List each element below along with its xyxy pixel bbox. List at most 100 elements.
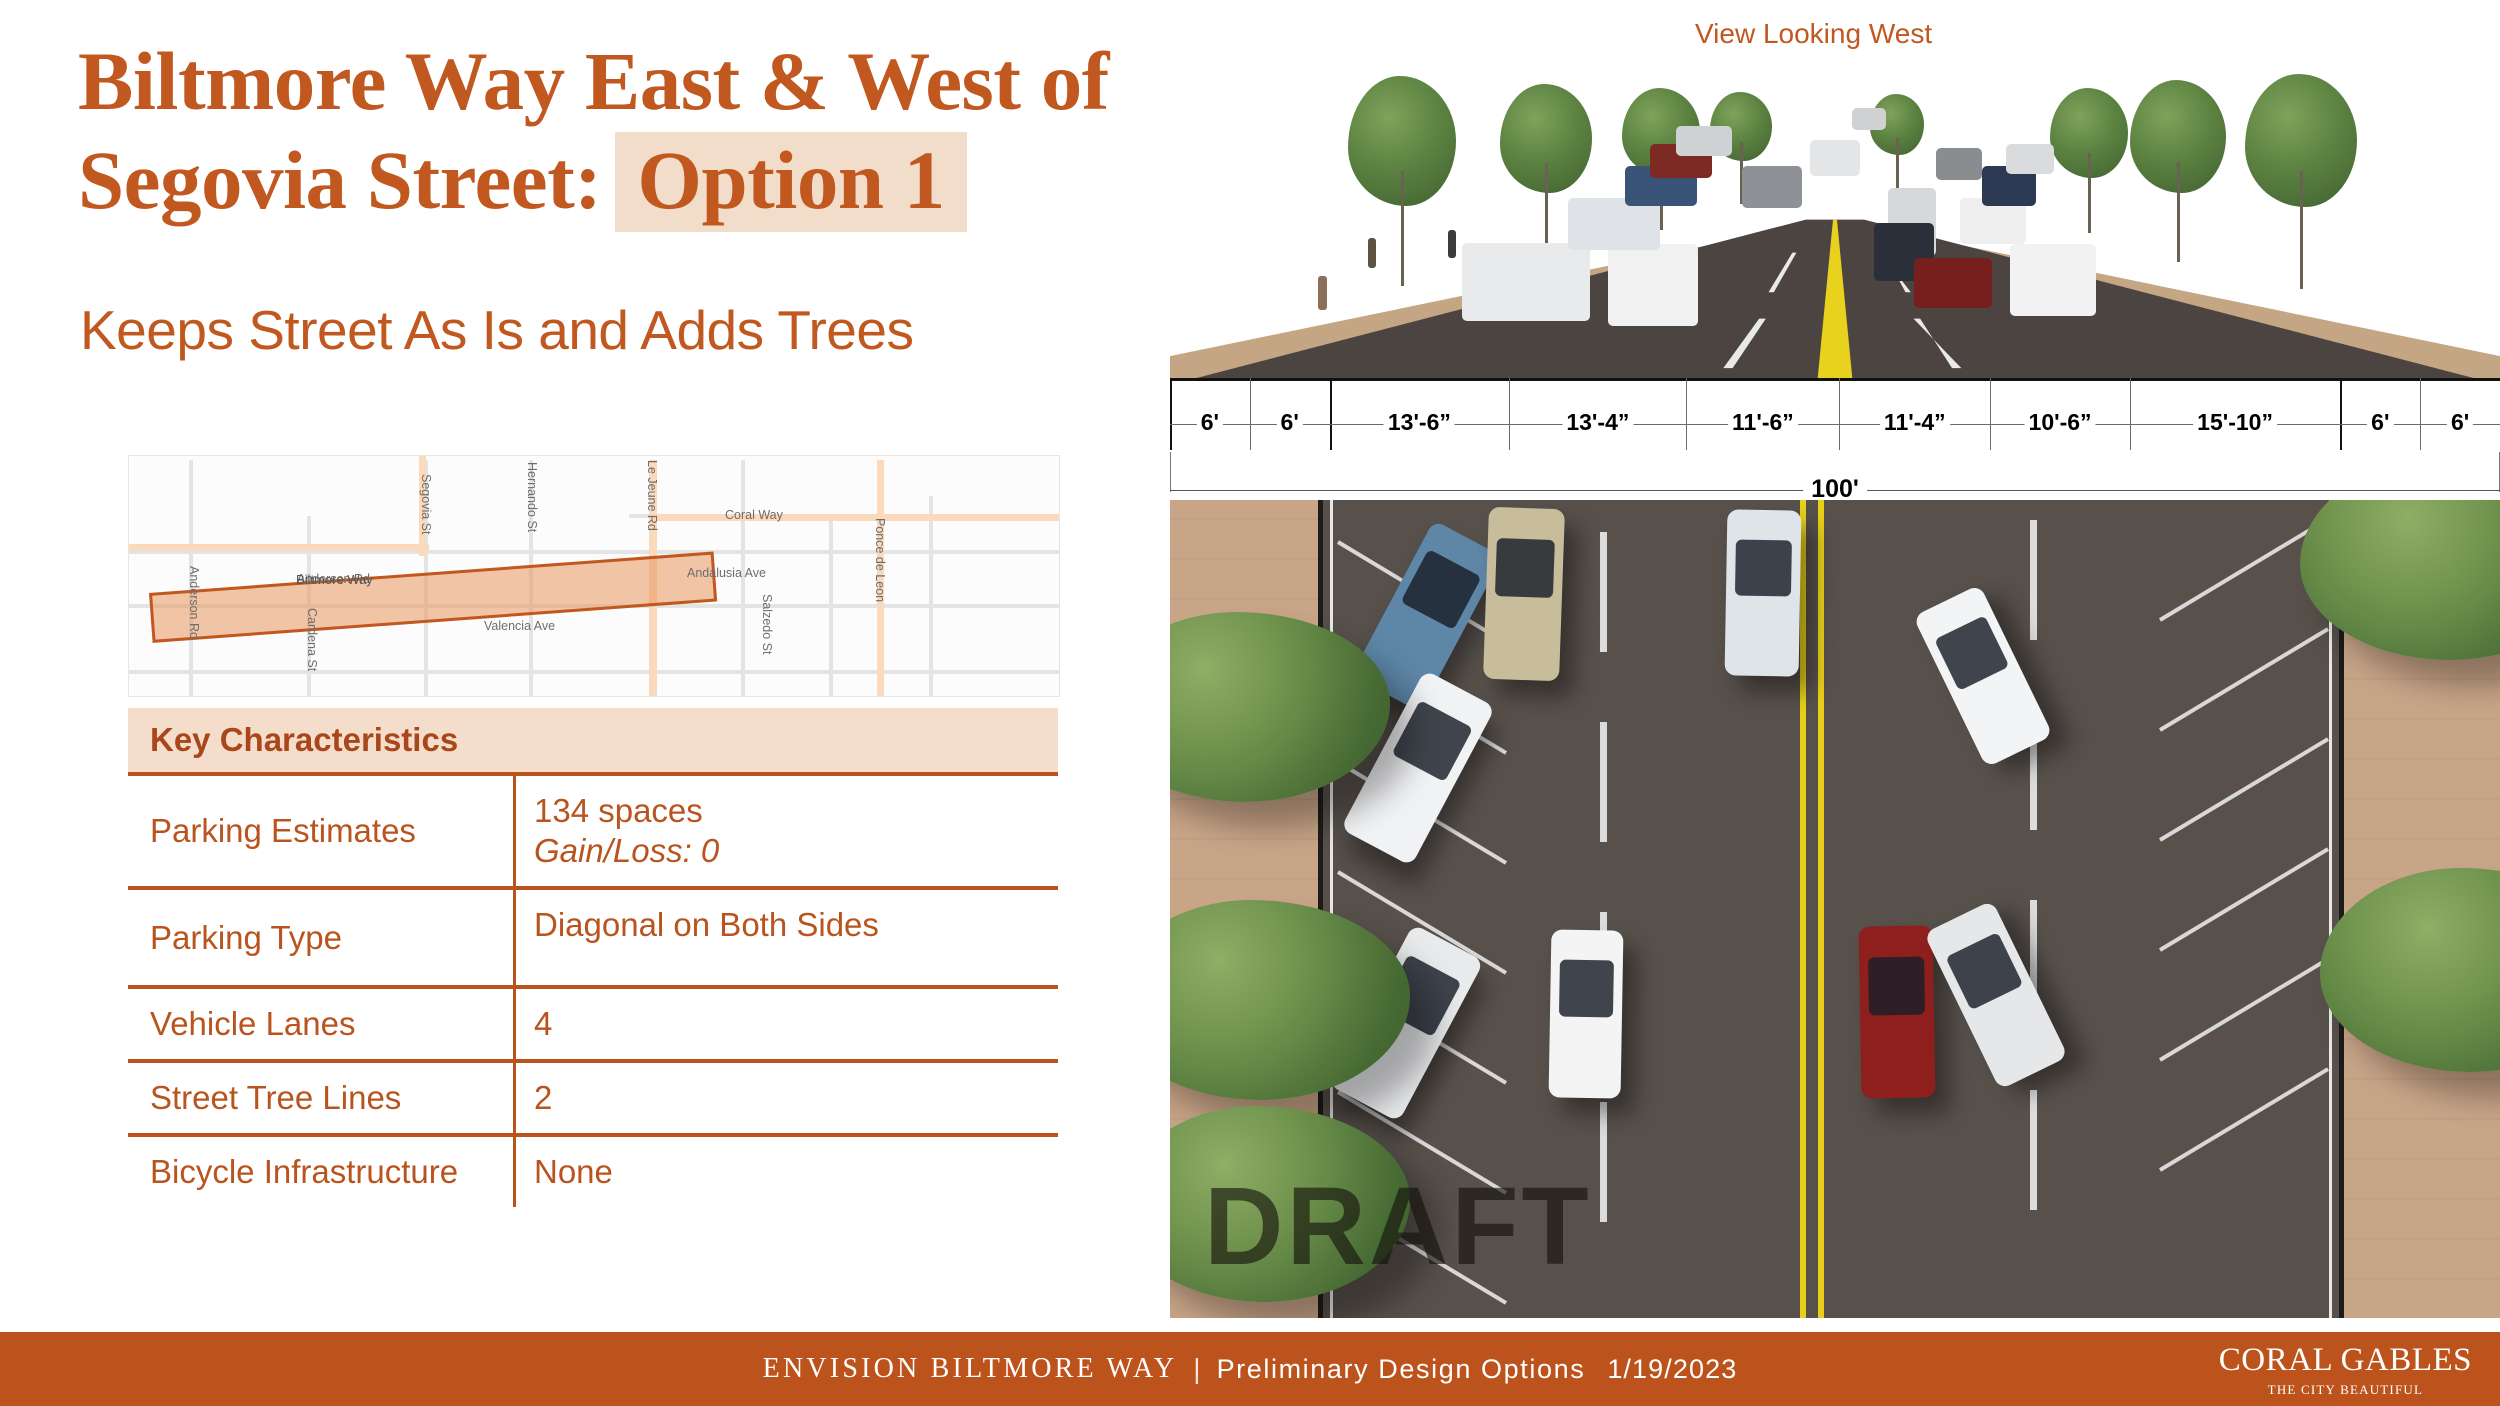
vehicle: [1742, 166, 1802, 208]
dimension-tick: [1509, 378, 1511, 450]
page-title-line-1: Biltmore Way East & West of: [78, 35, 1109, 127]
map-label-segovia-st: Segovia St: [419, 474, 433, 535]
view-direction-label: View Looking West: [1695, 18, 1933, 49]
dimension-label: 11'-6”: [1728, 409, 1798, 436]
pedestrian: [1368, 238, 1376, 268]
map-label-salzedo-st: Salzedo St: [760, 594, 774, 655]
table-header: Key Characteristics: [128, 708, 1058, 776]
row-value: 4: [513, 989, 1058, 1059]
dimension-label: 11'-4”: [1879, 409, 1950, 436]
row-value: 2: [513, 1063, 1058, 1133]
map-corridor-highlight: [149, 551, 718, 643]
page-subtitle: Keeps Street As Is and Adds Trees: [80, 299, 914, 361]
logo-wordmark: CORAL GABLES: [2218, 1342, 2472, 1378]
map-label-ponce-de-leon: Ponce de Leon: [873, 518, 887, 603]
map-road-major: [657, 514, 1059, 521]
title-block: Biltmore Way East & West of Segovia Stre…: [78, 35, 1138, 232]
map-label-andalusia-ave: Andalusia Ave: [687, 566, 766, 580]
dimension-tick: [1249, 378, 1251, 450]
centerline-yellow-outer: [1818, 500, 1824, 1318]
key-characteristics-table: Key Characteristics Parking Estimates 13…: [128, 708, 1058, 1207]
context-map[interactable]: Anderson Rd Anderson Rd Cardena St Segov…: [128, 455, 1060, 697]
vehicle: [2010, 244, 2096, 316]
vehicle: [1676, 126, 1732, 156]
map-label-valencia-ave: Valencia Ave: [484, 619, 556, 633]
table-row: Street Tree Lines 2: [128, 1063, 1058, 1137]
map-label-hernando-st: Hernando St: [525, 462, 539, 533]
row-value: Diagonal on Both Sides: [513, 890, 1058, 985]
perspective-rendering: [1170, 48, 2500, 378]
dimension-tick: [2129, 378, 2131, 450]
lane-dash: [1600, 532, 1607, 652]
map-road: [639, 696, 1059, 697]
option-badge: Option 1: [615, 132, 967, 232]
table-row: Bicycle Infrastructure None: [128, 1137, 1058, 1207]
dimension-tick: [1329, 378, 1332, 450]
dimension-band: [1170, 378, 2500, 453]
dimension-label: 13'-4”: [1562, 409, 1634, 436]
table-row: Parking Estimates 134 spaces Gain/Loss: …: [128, 776, 1058, 890]
row-key: Vehicle Lanes: [150, 1005, 356, 1042]
dimension-tick: [1990, 378, 1992, 450]
row-value-sub: Gain/Loss: 0: [534, 832, 720, 869]
map-road-major: [129, 544, 429, 551]
dimension-tick: [1170, 378, 1172, 450]
vehicle: [1462, 243, 1590, 321]
row-key: Bicycle Infrastructure: [150, 1153, 459, 1190]
cross-section-dimensions: 6' 6' 13'-6” 13'-4” 11'-6” 11'-4” 10'-6”…: [1170, 378, 2500, 504]
dimension-label: 15'-10”: [2193, 409, 2277, 436]
coral-gables-logo: CORAL GABLES THE CITY BEAUTIFUL: [2219, 1344, 2472, 1398]
dimension-label: 6': [2446, 409, 2474, 436]
parked-vehicle: [1483, 506, 1565, 682]
map-road: [829, 516, 833, 696]
lane-dash: [2030, 1090, 2037, 1210]
row-value: None: [513, 1137, 1058, 1207]
map-label-anderson-rd: Anderson Rd: [187, 566, 201, 639]
dimension-label: 10'-6”: [2024, 409, 2096, 436]
vehicle: [1810, 140, 1860, 176]
pedestrian: [1318, 276, 1327, 310]
page-title-line-2: Segovia Street: Option 1: [78, 132, 1138, 232]
pedestrian: [1448, 230, 1456, 258]
vehicle: [2006, 144, 2054, 174]
map-label-cardena-st: Cardena St: [305, 608, 319, 672]
dimension-tick: [2420, 378, 2422, 450]
footer-project: ENVISION BILTMORE WAY: [762, 1353, 1178, 1384]
map-label-coral-way: Coral Way: [725, 508, 783, 522]
row-key: Parking Estimates: [150, 812, 416, 849]
street-tree: [2245, 74, 2357, 289]
vehicle: [1724, 509, 1802, 677]
map-road: [129, 670, 1059, 674]
footer-phase: Preliminary Design Options: [1216, 1353, 1586, 1384]
aerial-plan-rendering: DRAFT: [1170, 500, 2500, 1318]
map-road: [929, 496, 933, 696]
lane-dash: [1600, 1102, 1607, 1222]
street-tree: [2050, 88, 2128, 233]
draft-watermark: DRAFT: [1204, 1165, 1592, 1288]
street-tree: [1348, 76, 1456, 286]
dimension-rule: [1170, 424, 2500, 425]
footer-date: 1/19/2023: [1607, 1353, 1738, 1384]
vehicle: [1914, 258, 1992, 308]
vehicle: [1858, 925, 1936, 1099]
centerline-yellow-inner: [1800, 500, 1806, 1318]
dimension-tick: [2340, 378, 2343, 450]
logo-tagline: THE CITY BEAUTIFUL: [2267, 1382, 2424, 1397]
footer-separator: |: [1193, 1353, 1201, 1384]
total-dimension-tick-left: [1170, 452, 1171, 492]
dimension-tick: [1839, 378, 1841, 450]
street-tree: [2130, 80, 2226, 262]
dimension-tick: [1686, 378, 1688, 450]
vehicle: [1608, 244, 1698, 326]
lane-dash: [1600, 722, 1607, 842]
dimension-label: 13'-6”: [1383, 409, 1455, 436]
lane-dash: [2030, 520, 2037, 640]
footer-bar: ENVISION BILTMORE WAY | Preliminary Desi…: [0, 1332, 2500, 1406]
table-row: Parking Type Diagonal on Both Sides: [128, 890, 1058, 989]
dimension-label: 6': [1196, 409, 1224, 436]
map-corridor-label: Biltmore Way: [296, 572, 373, 587]
map-label-le-jeune-rd: Le Jeune Rd: [645, 460, 659, 531]
dimension-label: 6': [2367, 409, 2394, 436]
table-row: Vehicle Lanes 4: [128, 989, 1058, 1063]
row-value-main: 134 spaces: [534, 792, 703, 829]
